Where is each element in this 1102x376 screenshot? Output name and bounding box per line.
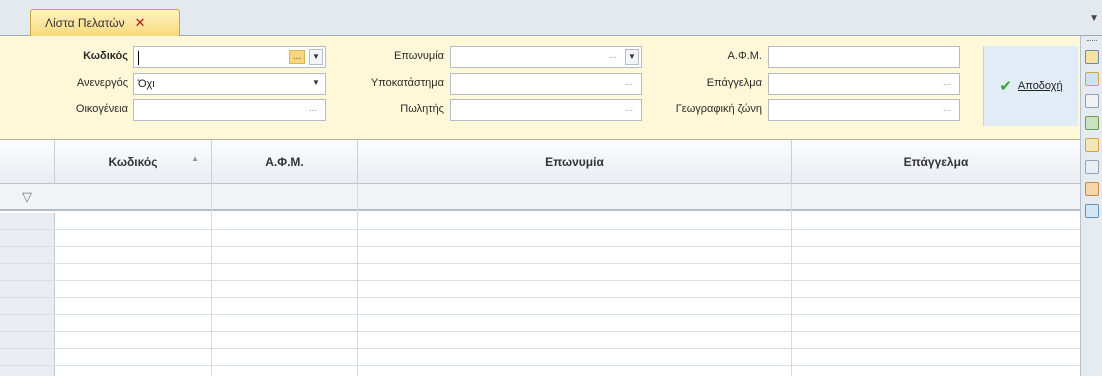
grid-line (0, 246, 1080, 247)
accept-label: Αποδοχή (1017, 80, 1063, 92)
grid-line (0, 331, 1080, 332)
delete-record-icon[interactable] (1085, 94, 1099, 108)
politis-label: Πωλητής (400, 103, 444, 115)
grid-vline (791, 184, 792, 376)
afm-label: Α.Φ.Μ. (727, 50, 762, 62)
anenergos-value: Όχι (138, 78, 155, 90)
grid-line (0, 263, 1080, 264)
accept-button[interactable]: ✔ Αποδοχή (999, 77, 1062, 95)
politis-lookup-button[interactable]: ... (621, 103, 637, 117)
column-header-kodikos[interactable]: Κωδικός ▲ (55, 140, 212, 184)
geo-zone-lookup-button[interactable]: ... (939, 103, 955, 117)
search-icon[interactable] (1085, 160, 1099, 174)
sort-asc-icon: ▲ (191, 154, 199, 163)
anenergos-label: Ανενεργός (76, 77, 128, 89)
toolbar-grip[interactable] (1087, 40, 1097, 43)
grid-line (0, 297, 1080, 298)
ypokatastima-label: Υποκατάστημα (370, 77, 444, 89)
epaggelma-field[interactable]: ... (768, 73, 960, 95)
tab-customer-list[interactable]: Λίστα Πελατών ✕ (30, 9, 180, 36)
grid-filter-row[interactable]: ▽ (0, 184, 1080, 211)
kodikos-label: Κωδικός (83, 50, 128, 62)
close-icon[interactable]: ✕ (135, 15, 146, 31)
filter-icon[interactable]: ▽ (22, 189, 32, 205)
epaggelma-label: Επάγγελμα (706, 77, 762, 89)
tab-list-dropdown-icon[interactable]: ▼ (1089, 13, 1099, 24)
row-indicator-header (0, 140, 55, 184)
oikogeneia-label: Οικογένεια (75, 103, 128, 115)
anenergos-select[interactable]: Όχι ▼ (133, 73, 326, 95)
accept-panel: ✔ Αποδοχή (983, 46, 1078, 126)
eponymia-label: Επωνυμία (393, 50, 444, 62)
oikogeneia-lookup-button[interactable]: ... (305, 103, 321, 117)
grid-line (0, 348, 1080, 349)
column-header-eponymia[interactable]: Επωνυμία (358, 140, 792, 184)
ypokatastima-lookup-button[interactable]: ... (621, 77, 637, 91)
text-caret (138, 51, 139, 65)
kodikos-dropdown-icon[interactable]: ▼ (309, 49, 323, 65)
refresh-icon[interactable] (1085, 182, 1099, 196)
grid-line (0, 314, 1080, 315)
afm-field[interactable] (768, 46, 960, 68)
tab-title: Λίστα Πελατών (45, 16, 125, 30)
politis-field[interactable]: ... (450, 99, 642, 121)
geo-zone-field[interactable]: ... (768, 99, 960, 121)
new-record-icon[interactable] (1085, 50, 1099, 64)
grid-header: Κωδικός ▲ Α.Φ.Μ. Επωνυμία Επάγγελμα (0, 140, 1080, 184)
check-icon: ✔ (999, 78, 1012, 95)
filter-panel: Κωδικός ... ▼ Ανενεργός Όχι ▼ Οικογένεια… (0, 36, 1080, 140)
grid-line (0, 365, 1080, 366)
print-icon[interactable] (1085, 138, 1099, 152)
export-icon[interactable] (1085, 204, 1099, 218)
geo-zone-label: Γεωγραφική ζώνη (675, 103, 762, 115)
right-toolbar (1080, 36, 1102, 376)
ypokatastima-field[interactable]: ... (450, 73, 642, 95)
row-indicator-column (0, 213, 55, 376)
eponymia-dropdown-icon[interactable]: ▼ (625, 49, 639, 65)
grid-line (0, 280, 1080, 281)
anenergos-dropdown-icon[interactable]: ▼ (309, 76, 323, 92)
tab-strip: Λίστα Πελατών ✕ ▼ (0, 0, 1102, 36)
epaggelma-lookup-button[interactable]: ... (939, 77, 955, 91)
column-header-afm[interactable]: Α.Φ.Μ. (212, 140, 358, 184)
column-header-epaggelma[interactable]: Επάγγελμα (792, 140, 1080, 184)
grid-vline (357, 184, 358, 376)
columns-icon[interactable] (1085, 116, 1099, 130)
eponymia-lookup-button[interactable]: ... (605, 50, 621, 64)
grid-vline (211, 184, 212, 376)
oikogeneia-field[interactable]: ... (133, 99, 326, 121)
eponymia-field[interactable]: ... ▼ (450, 46, 642, 68)
grid-line (0, 229, 1080, 230)
edit-record-icon[interactable] (1085, 72, 1099, 86)
customers-grid: Κωδικός ▲ Α.Φ.Μ. Επωνυμία Επάγγελμα ▽ (0, 140, 1080, 376)
kodikos-lookup-button[interactable]: ... (289, 50, 305, 64)
kodikos-field[interactable]: ... ▼ (133, 46, 326, 68)
